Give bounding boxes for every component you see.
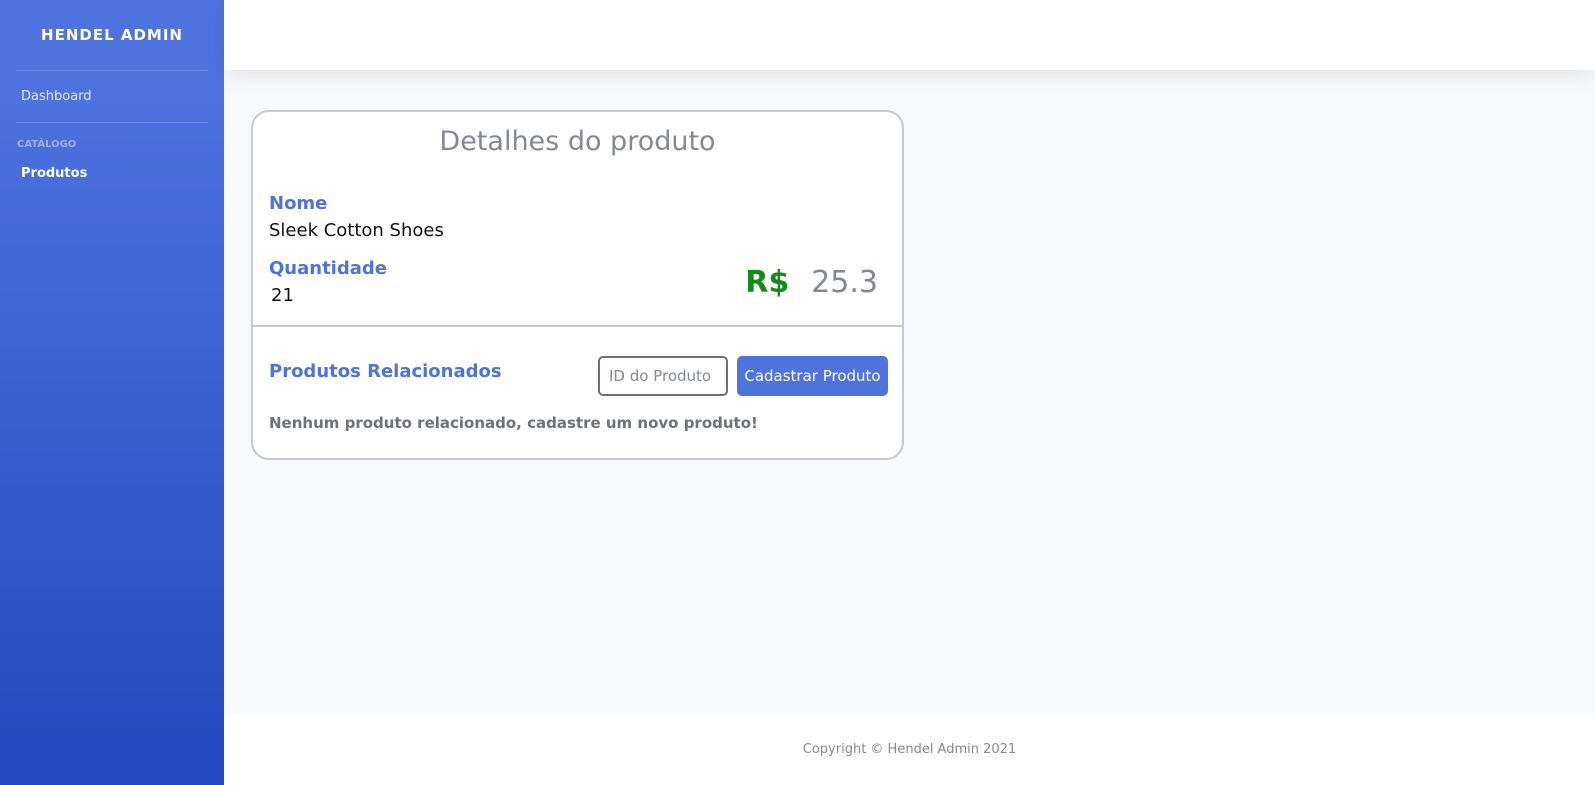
quantity-label: Quantidade — [269, 258, 387, 279]
register-product-button[interactable]: Cadastrar Produto — [737, 356, 888, 396]
sidebar-brand[interactable]: HENDEL ADMIN — [0, 0, 224, 70]
quantity-value: 21 — [271, 285, 294, 306]
sidebar-item-dashboard[interactable]: Dashboard — [0, 71, 224, 122]
related-products-title: Produtos Relacionados — [269, 361, 502, 382]
empty-related-message: Nenhum produto relacionado, cadastre um … — [269, 414, 758, 432]
price-currency: R$ — [745, 265, 790, 300]
price-display: R$ 25.3 — [745, 265, 878, 300]
name-value: Sleek Cotton Shoes — [269, 220, 444, 241]
product-details-card: Detalhes do produto Nome Sleek Cotton Sh… — [251, 110, 904, 460]
sidebar-heading-catalog: CATÁLOGO — [17, 139, 77, 150]
sidebar: HENDEL ADMIN Dashboard CATÁLOGO Produtos — [0, 0, 224, 785]
product-id-input[interactable] — [598, 356, 728, 396]
name-label: Nome — [269, 193, 328, 214]
card-title: Detalhes do produto — [439, 126, 716, 157]
copyright-text: Copyright © Hendel Admin 2021 — [802, 741, 1017, 757]
price-amount: 25.3 — [811, 265, 878, 300]
footer: Copyright © Hendel Admin 2021 — [224, 713, 1595, 785]
sidebar-item-products[interactable]: Produtos — [0, 156, 224, 199]
topbar — [224, 0, 1595, 70]
card-divider — [253, 325, 902, 327]
